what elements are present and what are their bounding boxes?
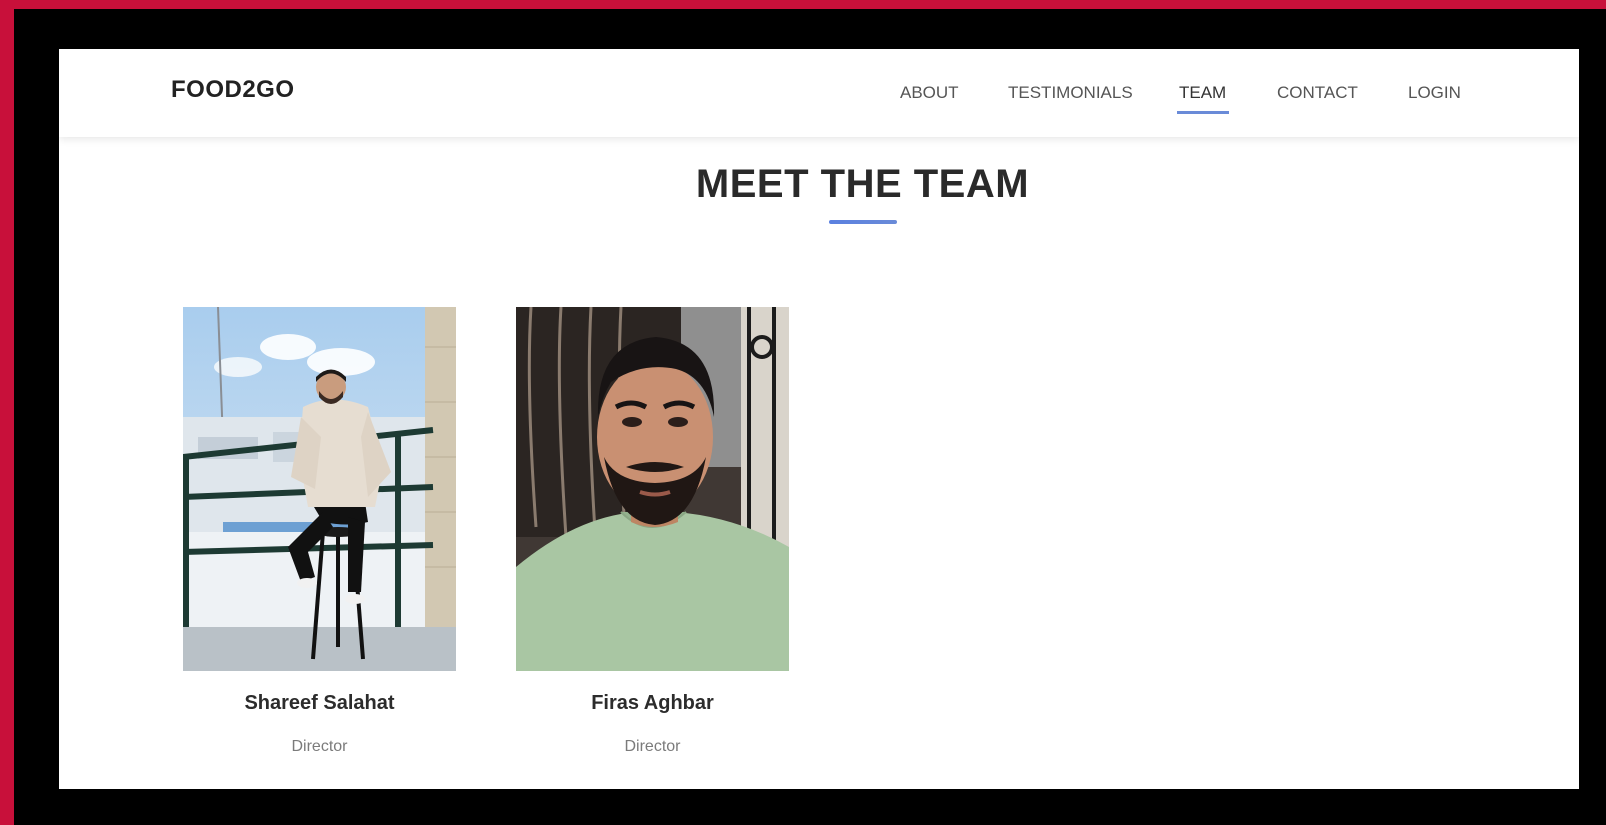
screenshot-frame: FOOD2GO ABOUT TESTIMONIALS TEAM CONTACT … [14,9,1606,825]
nav-link-testimonials[interactable]: TESTIMONIALS [1008,83,1133,103]
nav-link-login[interactable]: LOGIN [1408,83,1461,103]
photo-man-selfie [516,307,789,671]
brand-logo[interactable]: FOOD2GO [171,76,295,104]
team-member-photo[interactable] [516,307,789,671]
nav-link-contact[interactable]: CONTACT [1277,83,1358,103]
title-underline [829,220,897,224]
active-nav-indicator [1177,111,1229,114]
web-page: FOOD2GO ABOUT TESTIMONIALS TEAM CONTACT … [59,49,1579,789]
nav-link-team[interactable]: TEAM [1179,83,1226,103]
photo-man-on-balcony [183,307,456,671]
team-member-role: Director [291,738,348,755]
team-member-name: Shareef Salahat [244,692,395,714]
nav-link-about[interactable]: ABOUT [900,83,959,103]
team-member-name: Firas Aghbar [591,692,714,714]
navbar: FOOD2GO ABOUT TESTIMONIALS TEAM CONTACT … [59,49,1579,137]
team-member-role: Director [624,738,681,755]
team-member-photo[interactable] [183,307,456,671]
section-title: MEET THE TEAM [695,162,1030,206]
